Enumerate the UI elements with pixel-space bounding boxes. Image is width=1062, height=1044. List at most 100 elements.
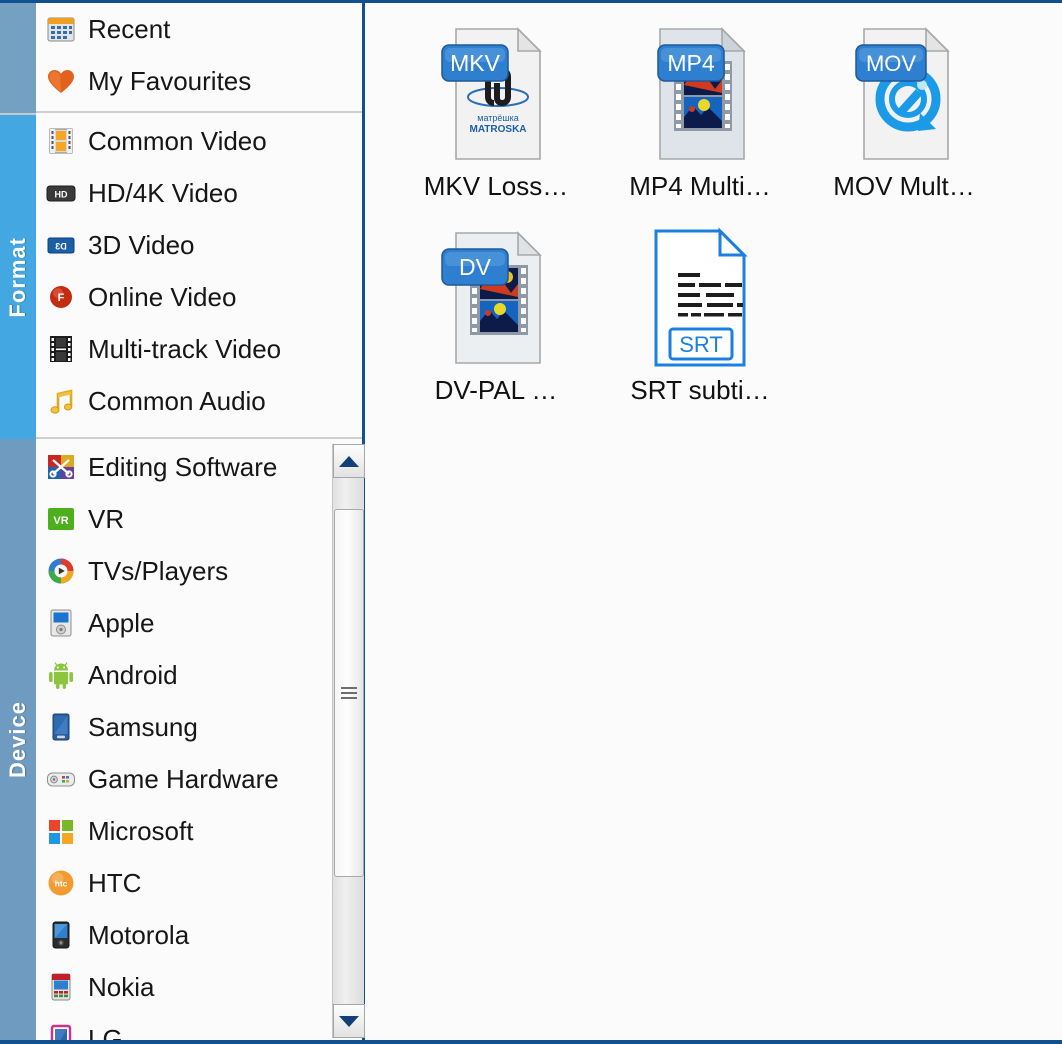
sidebar-item-recent[interactable]: Recent [36, 3, 362, 55]
sidebar-item-motorola[interactable]: Motorola [36, 909, 362, 961]
sidebar-item-my-favourites[interactable]: My Favourites [36, 55, 362, 107]
vertical-tab-top-spacer[interactable] [0, 3, 36, 113]
svg-text:DV: DV [459, 254, 492, 280]
format-item-mkv[interactable]: матрёшка MATROSKA MKV MKV Loss… [394, 21, 598, 225]
vertical-tab-format-label: Format [5, 236, 30, 318]
sidebar-item-label: My Favourites [88, 65, 252, 96]
3d-badge-icon: D3 [46, 230, 76, 260]
mkv-file-icon: матрёшка MATROSKA MKV [434, 21, 558, 167]
gamepad-icon [46, 764, 76, 794]
sidebar-item-label: Editing Software [88, 451, 278, 482]
sidebar-item-common-audio[interactable]: Common Audio [36, 375, 362, 427]
sidebar-item-tvs-players[interactable]: TVs/Players [36, 545, 362, 597]
multitrack-film-icon [46, 334, 76, 364]
motorola-phone-icon [46, 920, 76, 950]
format-item-srt[interactable]: SRT SRT subti… [598, 225, 802, 429]
samsung-phone-icon [46, 712, 76, 742]
hd-badge-icon: HD [46, 178, 76, 208]
sidebar-group-recent: Recent My Favourites [36, 3, 362, 113]
format-item-mp4[interactable]: MP4 MP4 Multi… [598, 21, 802, 225]
format-item-caption: SRT subti… [630, 375, 770, 405]
format-item-dv-pal[interactable]: DV DV-PAL … [394, 225, 598, 429]
sidebar-item-label: Common Audio [88, 385, 266, 416]
vertical-tab-device-label: Device [5, 701, 30, 778]
android-robot-icon [46, 660, 76, 690]
sidebar-item-label: Multi-track Video [88, 333, 282, 364]
sidebar-item-label: Common Video [88, 125, 267, 156]
sidebar-item-editing-software[interactable]: Editing Software [36, 441, 362, 493]
nokia-phone-icon [46, 972, 76, 1002]
sidebar-item-label: Motorola [88, 919, 190, 950]
srt-file-icon: SRT [638, 225, 762, 371]
scrollbar-track[interactable] [333, 478, 364, 1004]
sidebar-item-label: Microsoft [88, 815, 194, 846]
sidebar-item-label: Game Hardware [88, 763, 279, 794]
sidebar-item-label: Nokia [88, 971, 155, 1002]
sidebar-item-label: Android [88, 659, 178, 690]
sidebar-item-label: Online Video [88, 281, 237, 312]
svg-text:MKV: MKV [450, 50, 501, 76]
format-list-panel: матрёшка MATROSKA MKV MKV Loss… MP4 MP4 … [368, 3, 1062, 1040]
sidebar-item-vr[interactable]: VR VR [36, 493, 362, 545]
sidebar-item-label: HD/4K Video [88, 177, 238, 208]
sidebar-item-android[interactable]: Android [36, 649, 362, 701]
sidebar-item-hd-4k-video[interactable]: HD HD/4K Video [36, 167, 362, 219]
chevron-down-icon [339, 1015, 359, 1027]
category-sidebar: Recent My Favourites Common Video HD HD/… [36, 3, 365, 1040]
svg-text:MOV: MOV [866, 51, 916, 76]
format-item-caption: MOV Mult… [833, 171, 975, 201]
sidebar-item-label: VR [88, 503, 125, 534]
sidebar-item-label: 3D Video [88, 229, 195, 260]
format-item-mov[interactable]: MOV MOV Mult… [802, 21, 1006, 225]
sidebar-item-label: Apple [88, 607, 155, 638]
sidebar-item-htc[interactable]: htc HTC [36, 857, 362, 909]
sidebar-item-label: Samsung [88, 711, 198, 742]
format-grid: матрёшка MATROSKA MKV MKV Loss… MP4 MP4 … [394, 21, 1034, 429]
apple-device-icon [46, 608, 76, 638]
format-item-caption: MP4 Multi… [629, 171, 771, 201]
sidebar-item-label: Recent [88, 13, 171, 44]
format-item-caption: DV-PAL … [434, 375, 558, 405]
vertical-tab-device[interactable]: Device [0, 439, 36, 1040]
svg-text:F: F [58, 292, 65, 304]
format-item-caption: MKV Loss… [423, 171, 569, 201]
sidebar-item-common-video[interactable]: Common Video [36, 115, 362, 167]
scroll-down-arrow[interactable] [333, 1004, 365, 1038]
svg-text:матрёшка: матрёшка [477, 113, 519, 123]
htc-logo-icon: htc [46, 868, 76, 898]
sidebar-item-samsung[interactable]: Samsung [36, 701, 362, 753]
sidebar-item-label: TVs/Players [88, 555, 229, 586]
scroll-thumb[interactable] [334, 509, 364, 877]
scroll-up-arrow[interactable] [333, 444, 365, 478]
mov-file-icon: MOV [842, 21, 966, 167]
vr-badge-icon: VR [46, 504, 76, 534]
sidebar-item-online-video[interactable]: F Online Video [36, 271, 362, 323]
svg-text:HD: HD [55, 190, 68, 200]
windows-logo-icon [46, 816, 76, 846]
mp4-file-icon: MP4 [638, 21, 762, 167]
media-disc-icon [46, 556, 76, 586]
calendar-icon [46, 14, 76, 44]
sidebar-item-3d-video[interactable]: D3 3D Video [36, 219, 362, 271]
scissors-icon [46, 452, 76, 482]
format-picker-window: Format Device Recent My Favourites Commo… [0, 0, 1062, 1044]
flash-ball-icon: F [46, 282, 76, 312]
grip-lines-icon [341, 684, 357, 702]
sidebar-item-game-hardware[interactable]: Game Hardware [36, 753, 362, 805]
film-strip-icon [46, 126, 76, 156]
sidebar-item-label: LG [88, 1023, 123, 1041]
vertical-tab-format[interactable]: Format [0, 113, 36, 439]
sidebar-item-nokia[interactable]: Nokia [36, 961, 362, 1013]
svg-text:SRT: SRT [679, 332, 723, 357]
lg-phone-icon [46, 1024, 76, 1040]
music-note-icon [46, 386, 76, 416]
sidebar-group-format: Common Video HD HD/4K Video D3 3D Video … [36, 115, 362, 439]
sidebar-scrollbar[interactable] [332, 444, 365, 1038]
sidebar-item-apple[interactable]: Apple [36, 597, 362, 649]
sidebar-item-microsoft[interactable]: Microsoft [36, 805, 362, 857]
dv-file-icon: DV [434, 225, 558, 371]
sidebar-item-label: HTC [88, 867, 142, 898]
sidebar-item-lg[interactable]: LG [36, 1013, 362, 1040]
chevron-up-icon [339, 455, 359, 467]
sidebar-item-multi-track-video[interactable]: Multi-track Video [36, 323, 362, 375]
